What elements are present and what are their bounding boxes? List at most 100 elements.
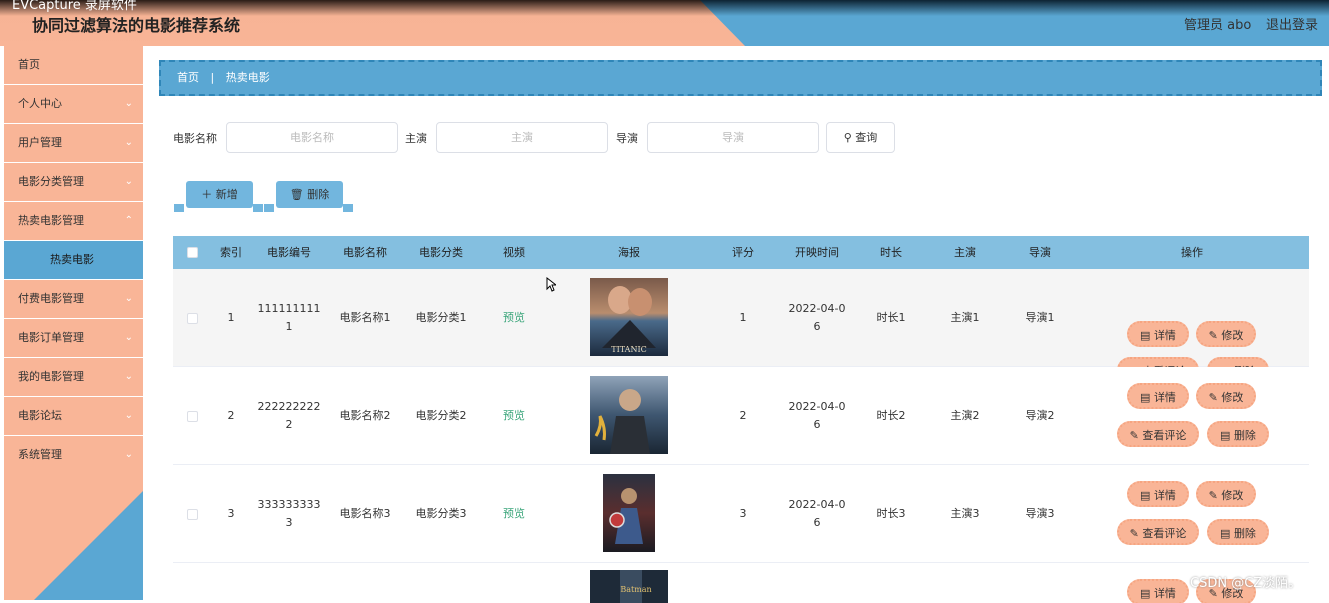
delete-button-label: 删除: [1233, 527, 1256, 540]
sidebar-item-label: 首页: [18, 58, 40, 71]
edit-button[interactable]: ✎ 修改: [1196, 383, 1256, 409]
video-preview-link[interactable]: 预览: [479, 269, 549, 366]
edit-button-label: 修改: [1221, 489, 1244, 502]
sidebar-item-label: 系统管理: [18, 448, 62, 461]
movie-table: 索引 电影编号 电影名称 电影分类 视频 海报 评分 开映时间 时长 主演 导演…: [173, 236, 1309, 603]
button-decoration: [343, 204, 353, 212]
query-button-label: 查询: [855, 131, 878, 144]
chevron-down-icon: ⌄: [124, 332, 133, 343]
director-cell: 导演3: [1025, 506, 1055, 520]
sidebar-item-user-management[interactable]: 用户管理 ⌄: [4, 124, 143, 163]
actor-label: 主演: [405, 132, 427, 145]
detail-button-label: 详情: [1153, 489, 1176, 502]
sidebar-item-order-management[interactable]: 电影订单管理 ⌄: [4, 319, 143, 358]
table-header: 索引 电影编号 电影名称 电影分类 视频 海报 评分 开映时间 时长 主演 导演…: [173, 236, 1309, 269]
row-checkbox[interactable]: [187, 509, 198, 520]
sidebar-item-system-management[interactable]: 系统管理 ⌄: [4, 436, 143, 474]
select-all-checkbox[interactable]: [187, 247, 198, 258]
table-row: 1 111111111 1 电影名称1 电影分类1 预览 TITANIC 1 2…: [173, 269, 1309, 383]
edit-button[interactable]: ✎ 修改: [1196, 321, 1256, 347]
pencil-icon: ✎: [1129, 429, 1143, 442]
edit-button[interactable]: ✎ 修改: [1196, 481, 1256, 507]
edit-button-label: 修改: [1221, 391, 1244, 404]
detail-icon: ▤: [1140, 391, 1154, 404]
add-button[interactable]: ＋ 新增: [174, 181, 263, 212]
view-reviews-button-label: 查看评论: [1142, 429, 1187, 442]
movie-id-cell: 222222222 2: [251, 367, 327, 464]
trash-icon: ▤: [1220, 429, 1234, 442]
movie-id-text: 111111111: [257, 301, 321, 315]
movie-id-text: 222222222: [257, 399, 321, 413]
delete-button-label: 删除: [1233, 429, 1256, 442]
chevron-up-icon: ⌃: [124, 215, 133, 226]
plus-icon: ＋: [201, 188, 213, 201]
release-date-text: 6: [813, 417, 821, 431]
sidebar-item-label: 个人中心: [18, 97, 62, 110]
movie-id-cell: 333333333 3: [251, 465, 327, 562]
chevron-down-icon: ⌄: [124, 410, 133, 421]
director-input[interactable]: [647, 122, 819, 153]
video-preview-link[interactable]: 预览: [479, 367, 549, 464]
sidebar-item-my-movie-management[interactable]: 我的电影管理 ⌄: [4, 358, 143, 397]
director-cell: 导演1: [1025, 310, 1055, 324]
pencil-icon: ✎: [1129, 527, 1143, 540]
trash-icon: ▤: [1220, 527, 1234, 540]
movie-id-text: 1: [285, 319, 293, 333]
column-header: 索引: [220, 246, 242, 259]
movie-id-text: 2: [285, 417, 293, 431]
table-row: 2 222222222 2 电影名称2 电影分类2 预览 2 2022-04-0…: [173, 367, 1309, 465]
delete-button[interactable]: ▤ 删除: [1207, 421, 1269, 447]
detail-button[interactable]: ▤ 详情: [1127, 383, 1189, 409]
logout-link[interactable]: 退出登录: [1266, 14, 1318, 33]
sidebar-item-paid-movie-management[interactable]: 付费电影管理 ⌄: [4, 280, 143, 319]
query-button[interactable]: ⚲ 查询: [826, 122, 895, 153]
app-title: 协同过滤算法的电影推荐系统: [32, 16, 241, 35]
detail-button[interactable]: ▤ 详情: [1127, 321, 1189, 347]
breadcrumb-current: 热卖电影: [225, 71, 270, 84]
view-reviews-button[interactable]: ✎ 查看评论: [1117, 519, 1199, 545]
chevron-down-icon: ⌄: [124, 137, 133, 148]
pencil-icon: ✎: [1208, 489, 1222, 502]
detail-button[interactable]: ▤ 详情: [1127, 579, 1189, 603]
row-checkbox[interactable]: [187, 313, 198, 324]
watermark: CSDN @CZ淡陌。: [1190, 576, 1302, 591]
chevron-down-icon: ⌄: [124, 371, 133, 382]
index-cell: 3: [227, 506, 235, 520]
sidebar-item-hot-movie-management[interactable]: 热卖电影管理 ⌃: [4, 202, 143, 241]
breadcrumb-home[interactable]: 首页: [177, 71, 199, 84]
category-cell: 电影分类3: [415, 506, 467, 520]
movie-name-label: 电影名称: [173, 132, 217, 145]
sidebar-item-personal-center[interactable]: 个人中心 ⌄: [4, 85, 143, 124]
movie-name-cell: 电影名称2: [339, 408, 391, 422]
column-header: 导演: [1029, 246, 1051, 259]
movie-name-cell: 电影名称1: [339, 310, 391, 324]
release-date-text: 2022-04-0: [788, 497, 846, 511]
sidebar-subitem-hot-movies[interactable]: 热卖电影: [4, 241, 143, 280]
mouse-cursor-icon: [546, 277, 556, 292]
rating-cell: 2: [739, 408, 747, 422]
button-decoration: [264, 204, 274, 212]
sidebar-item-label: 热卖电影: [50, 253, 94, 266]
poster-title-text: Batman: [620, 585, 651, 594]
release-date-cell: 2022-04-0 6: [777, 269, 857, 366]
detail-button-label: 详情: [1153, 391, 1176, 404]
director-label: 导演: [616, 132, 638, 145]
sidebar-item-home[interactable]: 首页: [4, 46, 143, 85]
video-preview-link[interactable]: 预览: [479, 465, 549, 562]
column-header: 电影编号: [267, 246, 311, 259]
batch-delete-button[interactable]: 🗑 删除: [264, 181, 353, 212]
sidebar-item-forum[interactable]: 电影论坛 ⌄: [4, 397, 143, 436]
index-cell: 2: [227, 408, 235, 422]
delete-button[interactable]: ▤ 删除: [1207, 519, 1269, 545]
poster-image: [603, 474, 655, 552]
view-reviews-button[interactable]: ✎ 查看评论: [1117, 421, 1199, 447]
movie-name-input[interactable]: [226, 122, 398, 153]
detail-button[interactable]: ▤ 详情: [1127, 481, 1189, 507]
delete-button-label: 删除: [307, 188, 330, 201]
release-date-text: 2022-04-0: [788, 399, 846, 413]
current-user: 管理员 abo: [1184, 18, 1252, 33]
actor-input[interactable]: [436, 122, 608, 153]
row-checkbox[interactable]: [187, 411, 198, 422]
trash-icon: 🗑: [289, 188, 304, 201]
sidebar-item-category-management[interactable]: 电影分类管理 ⌄: [4, 163, 143, 202]
